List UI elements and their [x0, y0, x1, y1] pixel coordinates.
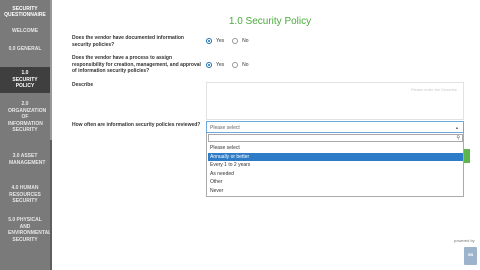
- question-1-no-label[interactable]: No: [242, 38, 248, 44]
- question-1-yes-label[interactable]: Yes: [216, 38, 224, 44]
- describe-textarea[interactable]: Please enter the Describe: [206, 82, 464, 120]
- sidebar-item-welcome[interactable]: WELCOME: [0, 28, 50, 35]
- question-2-radio-group: Yes No: [206, 62, 257, 68]
- question-2-no-radio[interactable]: [232, 62, 239, 68]
- sidebar-item-general[interactable]: 0.0 GENERAL: [8, 46, 42, 53]
- dropdown-option[interactable]: Please select: [208, 144, 463, 152]
- sidebar-item-security-policy[interactable]: 1.0 SECURITY POLICY: [0, 67, 50, 93]
- describe-label: Describe: [72, 82, 94, 88]
- question-1-radio-group: Yes No: [206, 38, 257, 44]
- question-1-no-radio[interactable]: [232, 38, 239, 44]
- describe-placeholder: Please enter the Describe: [410, 87, 457, 92]
- dropdown-option-highlighted[interactable]: Annually or better: [208, 152, 463, 161]
- page-title: 1.0 Security Policy: [228, 16, 312, 27]
- select-current-value: Please select: [210, 125, 240, 131]
- sidebar: SECURITY QUESTIONNAIRE WELCOME 0.0 GENER…: [0, 0, 52, 270]
- search-icon: ⚲: [456, 135, 460, 141]
- select-dropdown: ⚲ Please select Annually or better Every…: [206, 133, 464, 197]
- brand-logo: SB: [464, 247, 477, 265]
- dropdown-option[interactable]: Every 1 to 2 years: [208, 161, 463, 169]
- logo-text: SB: [467, 252, 474, 257]
- question-2-yes-radio[interactable]: [206, 62, 212, 68]
- sidebar-item-physical[interactable]: 5.0 PHYSICAL AND ENVIRONMENTAL SECURITY: [0, 217, 51, 243]
- question-2-no-label[interactable]: No: [242, 62, 248, 68]
- dropdown-option[interactable]: Other: [208, 178, 463, 186]
- sidebar-item-organization[interactable]: 2.0 ORGANIZATION OF INFORMATION SECURITY: [0, 101, 50, 134]
- question-2-yes-label[interactable]: Yes: [216, 62, 224, 68]
- question-2-text: Does the vendor have a process to assign…: [72, 55, 201, 74]
- dropdown-option[interactable]: As needed: [208, 170, 463, 178]
- dropdown-option[interactable]: Never: [208, 187, 463, 195]
- dropdown-search-input[interactable]: ⚲: [208, 134, 463, 142]
- side-action-tab[interactable]: [464, 149, 470, 163]
- chevron-up-icon[interactable]: ▲: [455, 125, 459, 131]
- sidebar-title: SECURITY QUESTIONNAIRE: [4, 6, 46, 18]
- review-frequency-select[interactable]: Please select ▲: [206, 121, 464, 133]
- question-1-text: Does the vendor have documented informat…: [72, 35, 184, 48]
- question-1-yes-radio[interactable]: [206, 38, 212, 44]
- sidebar-item-asset-management[interactable]: 3.0 ASSET MANAGEMENT: [0, 153, 50, 166]
- question-3-text: How often are information security polic…: [72, 122, 201, 128]
- sidebar-scrollbar-thumb[interactable]: [50, 0, 52, 140]
- sidebar-item-human-resources[interactable]: 4.0 HUMAN RESOURCES SECURITY: [0, 185, 50, 205]
- powered-by-text: powered by: [454, 238, 475, 243]
